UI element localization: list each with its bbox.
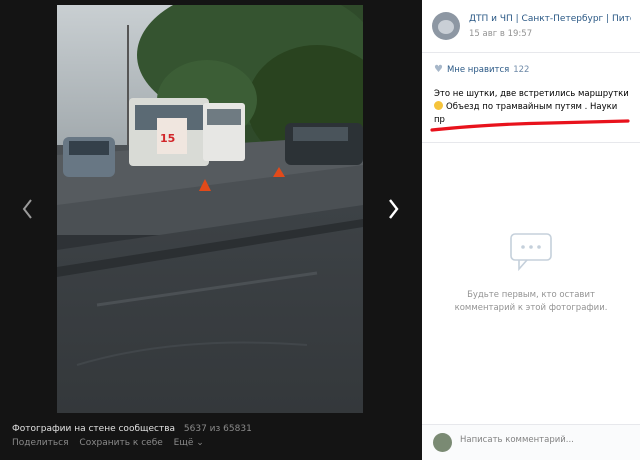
user-avatar	[433, 433, 452, 452]
like-button[interactable]: ♥ Мне нравится 122	[434, 64, 529, 75]
post-date[interactable]: 15 авг в 19:57	[469, 29, 532, 39]
bus-route-number: 15	[160, 132, 175, 145]
photo-footer: Фотографии на стене сообщества 5637 из 6…	[12, 424, 412, 448]
description-line: Объезд по трамвайным путям . Науки	[446, 102, 618, 112]
save-link[interactable]: Сохранить к себе	[79, 438, 162, 448]
description-line: Это не шутки, две встретились маршрутки	[434, 89, 629, 99]
comments-bubble-icon	[509, 232, 553, 272]
album-title[interactable]: Фотографии на стене сообщества	[12, 424, 175, 434]
like-count: 122	[513, 65, 530, 75]
side-panel: ДТП и ЧП | Санкт-Петербург | Пите… 15 ав…	[422, 0, 640, 460]
smile-emoji-icon	[434, 101, 443, 110]
more-menu[interactable]: Ещё ⌄	[174, 438, 204, 448]
like-label: Мне нравится	[446, 65, 510, 75]
no-comments-text: Будьте первым, кто оставит комментарий к…	[446, 289, 616, 315]
red-underline-annotation	[430, 119, 630, 132]
community-avatar[interactable]	[432, 12, 460, 40]
photo-viewer: 15 Фотографии на стене сообщества 5637 и…	[0, 0, 422, 459]
no-comments-line: комментарий к этой фотографии.	[454, 303, 608, 313]
photo-counter: 5637 из 65831	[183, 424, 252, 434]
next-photo-arrow-icon[interactable]	[380, 192, 410, 226]
post-photo[interactable]: 15	[57, 5, 363, 413]
community-name-link[interactable]: ДТП и ЧП | Санкт-Петербург | Пите…	[469, 14, 631, 24]
prev-photo-arrow-icon[interactable]	[13, 192, 43, 226]
heart-icon: ♥	[434, 64, 443, 75]
comment-input[interactable]: Написать комментарий...	[460, 435, 574, 445]
no-comments-line: Будьте первым, кто оставит	[467, 290, 595, 300]
divider	[422, 142, 640, 143]
share-link[interactable]: Поделиться	[12, 438, 69, 448]
comment-bar: Написать комментарий...	[422, 424, 640, 460]
post-header: ДТП и ЧП | Санкт-Петербург | Пите… 15 ав…	[422, 0, 640, 53]
